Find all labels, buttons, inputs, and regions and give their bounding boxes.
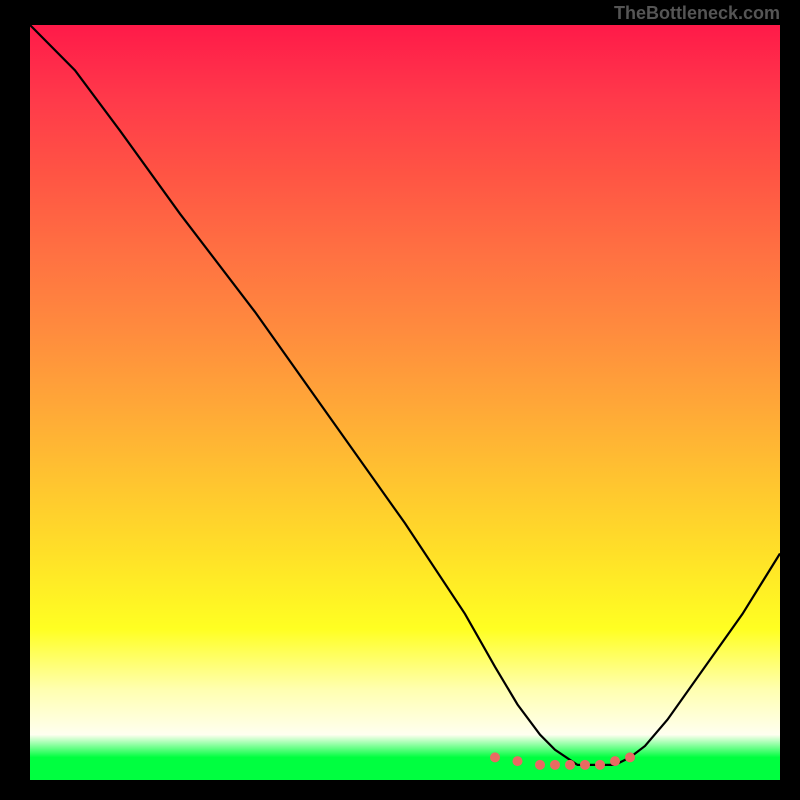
marker-point (535, 760, 545, 770)
marker-point (550, 760, 560, 770)
marker-point (490, 752, 500, 762)
bottleneck-curve (30, 25, 780, 765)
marker-point (595, 760, 605, 770)
marker-point (565, 760, 575, 770)
marker-point (610, 756, 620, 766)
marker-point (580, 760, 590, 770)
marker-point (625, 752, 635, 762)
curve-svg (30, 25, 780, 780)
watermark-text: TheBottleneck.com (614, 3, 780, 24)
marker-point (513, 756, 523, 766)
plot-area (30, 25, 780, 780)
